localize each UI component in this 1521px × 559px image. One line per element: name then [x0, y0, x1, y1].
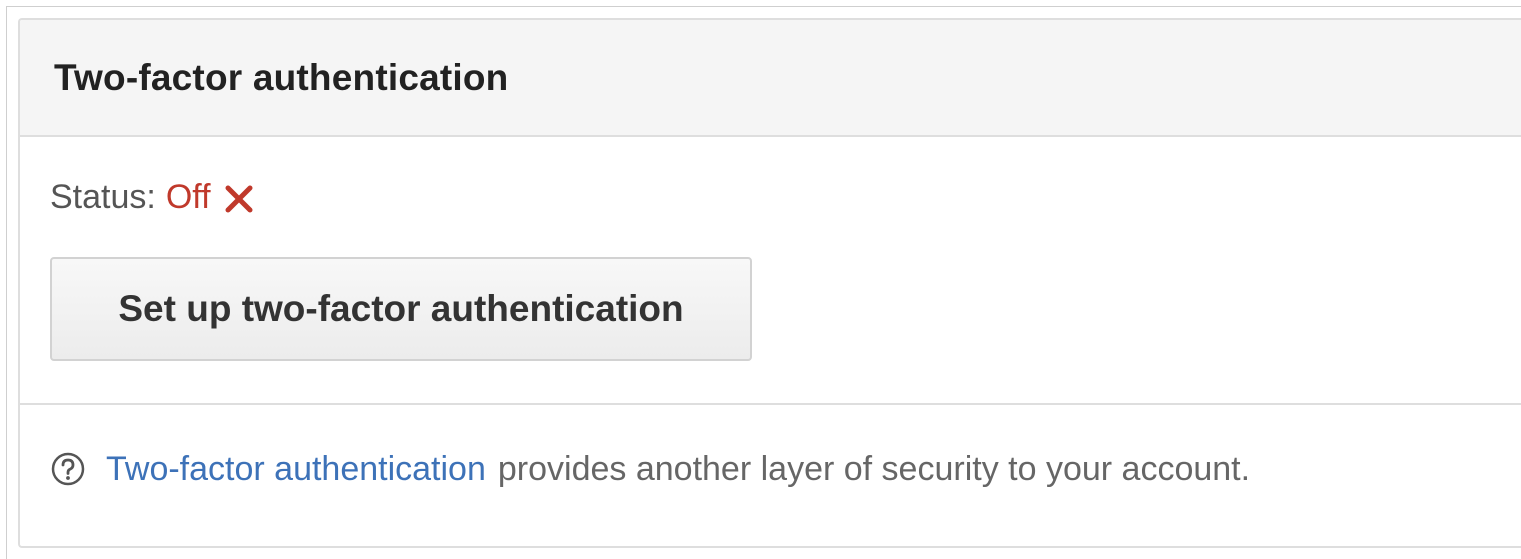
panel-title: Two-factor authentication: [54, 56, 509, 98]
status-value: Off: [165, 178, 211, 216]
help-text: provides another layer of security to yo…: [497, 450, 1251, 488]
setup-two-factor-button[interactable]: Set up two-factor authentication: [50, 257, 752, 361]
two-factor-help-link[interactable]: Two-factor authentication: [106, 449, 486, 489]
two-factor-panel: Two-factor authentication Status: Off Se…: [18, 18, 1521, 548]
page: Two-factor authentication Status: Off Se…: [0, 0, 1521, 559]
panel-body: Status: Off Set up two-factor authentica…: [20, 137, 1521, 405]
panel-header: Two-factor authentication: [20, 20, 1521, 137]
help-line: Two-factor authentication provides anoth…: [50, 449, 1250, 489]
status-label: Status:: [50, 178, 156, 216]
panel-footer: Two-factor authentication provides anoth…: [20, 405, 1521, 546]
close-x-icon: [223, 181, 255, 213]
question-circle-icon: [50, 451, 86, 487]
status-line: Status: Off: [50, 177, 255, 217]
